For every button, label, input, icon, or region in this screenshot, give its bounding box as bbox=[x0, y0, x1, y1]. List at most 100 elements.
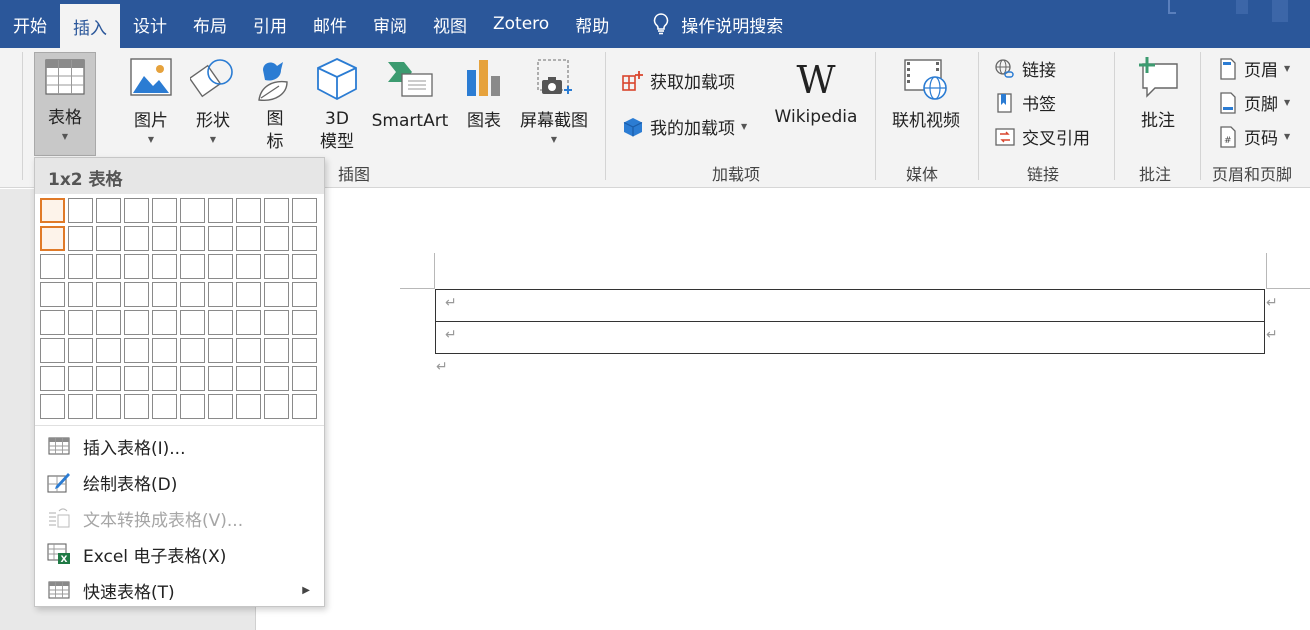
table-grid-cell[interactable] bbox=[96, 198, 121, 223]
quick-tables-item[interactable]: 快速表格(T) ▶ bbox=[35, 572, 324, 608]
table-grid-cell[interactable] bbox=[124, 282, 149, 307]
table-grid-cell[interactable] bbox=[124, 394, 149, 419]
table-grid-cell[interactable] bbox=[208, 282, 233, 307]
table-grid-cell[interactable] bbox=[180, 198, 205, 223]
3d-models-button[interactable]: 3D 模型 bbox=[310, 56, 364, 154]
table-grid-cell[interactable] bbox=[264, 394, 289, 419]
table-cell[interactable]: ↵ bbox=[435, 289, 1265, 322]
table-grid-cell[interactable] bbox=[180, 254, 205, 279]
screenshot-button[interactable]: 屏幕截图 ▼ bbox=[516, 56, 592, 145]
table-grid-cell[interactable] bbox=[208, 394, 233, 419]
table-grid-cell[interactable] bbox=[264, 310, 289, 335]
table-grid-cell[interactable] bbox=[40, 338, 65, 363]
table-grid-cell[interactable] bbox=[292, 310, 317, 335]
table-grid-cell[interactable] bbox=[152, 310, 177, 335]
pictures-button[interactable]: 图片 ▼ bbox=[126, 56, 176, 145]
table-grid-cell[interactable] bbox=[180, 282, 205, 307]
bookmark-button[interactable]: 书签 bbox=[994, 90, 1056, 115]
tab-design[interactable]: 设计 bbox=[120, 0, 180, 48]
table-grid-cell[interactable] bbox=[208, 366, 233, 391]
table-grid-cell[interactable] bbox=[236, 366, 261, 391]
table-grid-cell[interactable] bbox=[68, 254, 93, 279]
table-grid-cell[interactable] bbox=[96, 282, 121, 307]
table-grid-cell[interactable] bbox=[40, 282, 65, 307]
table-grid-cell[interactable] bbox=[264, 282, 289, 307]
tell-me-search[interactable]: 操作说明搜索 bbox=[640, 0, 796, 48]
tab-layout[interactable]: 布局 bbox=[180, 0, 240, 48]
shapes-button[interactable]: 形状 ▼ bbox=[188, 56, 238, 145]
table-grid-cell[interactable] bbox=[152, 394, 177, 419]
tab-home[interactable]: 开始 bbox=[0, 0, 60, 48]
table-grid-cell[interactable] bbox=[264, 366, 289, 391]
my-addins-button[interactable]: 我的加载项 ▼ bbox=[622, 114, 747, 139]
chart-button[interactable]: 图表 bbox=[460, 56, 508, 133]
table-grid-cell[interactable] bbox=[180, 310, 205, 335]
table-grid-cell[interactable] bbox=[292, 226, 317, 251]
table-grid-cell[interactable] bbox=[68, 366, 93, 391]
table-button[interactable]: 表格 ▼ bbox=[34, 52, 96, 156]
table-grid-cell[interactable] bbox=[152, 254, 177, 279]
link-button[interactable]: 链接 bbox=[994, 56, 1056, 81]
table-grid-cell[interactable] bbox=[40, 254, 65, 279]
table-grid-cell[interactable] bbox=[292, 254, 317, 279]
table-grid-cell[interactable] bbox=[124, 338, 149, 363]
table-grid-cell[interactable] bbox=[68, 310, 93, 335]
cross-reference-button[interactable]: 交叉引用 bbox=[994, 124, 1090, 149]
tab-mailings[interactable]: 邮件 bbox=[300, 0, 360, 48]
table-grid-cell[interactable] bbox=[96, 254, 121, 279]
table-grid-cell[interactable] bbox=[124, 226, 149, 251]
table-grid-cell[interactable] bbox=[124, 366, 149, 391]
table-grid-cell[interactable] bbox=[96, 366, 121, 391]
table-grid-cell[interactable] bbox=[208, 226, 233, 251]
table-grid-cell[interactable] bbox=[40, 310, 65, 335]
wikipedia-button[interactable]: W Wikipedia bbox=[772, 60, 860, 129]
table-grid-cell[interactable] bbox=[40, 198, 65, 223]
table-grid-cell[interactable] bbox=[124, 198, 149, 223]
table-grid-cell[interactable] bbox=[264, 226, 289, 251]
table-grid-cell[interactable] bbox=[236, 282, 261, 307]
table-grid-cell[interactable] bbox=[96, 338, 121, 363]
table-grid-cell[interactable] bbox=[40, 226, 65, 251]
table-grid-cell[interactable] bbox=[152, 282, 177, 307]
table-grid-cell[interactable] bbox=[264, 338, 289, 363]
table-grid-cell[interactable] bbox=[236, 226, 261, 251]
comment-button[interactable]: 批注 bbox=[1130, 56, 1186, 133]
tab-help[interactable]: 帮助 bbox=[562, 0, 622, 48]
table-grid-cell[interactable] bbox=[68, 198, 93, 223]
table-grid-cell[interactable] bbox=[208, 254, 233, 279]
tab-references[interactable]: 引用 bbox=[240, 0, 300, 48]
table-grid-cell[interactable] bbox=[96, 310, 121, 335]
table-grid-cell[interactable] bbox=[236, 394, 261, 419]
table-grid-cell[interactable] bbox=[208, 338, 233, 363]
table-grid-cell[interactable] bbox=[264, 198, 289, 223]
tab-review[interactable]: 审阅 bbox=[360, 0, 420, 48]
header-button[interactable]: 页眉 ▼ bbox=[1218, 56, 1290, 81]
tab-insert[interactable]: 插入 bbox=[60, 4, 120, 48]
table-grid-cell[interactable] bbox=[236, 254, 261, 279]
table-grid-cell[interactable] bbox=[180, 338, 205, 363]
table-grid-cell[interactable] bbox=[292, 366, 317, 391]
smartart-button[interactable]: SmartArt bbox=[370, 56, 450, 133]
table-grid-cell[interactable] bbox=[180, 366, 205, 391]
table-grid-cell[interactable] bbox=[124, 310, 149, 335]
table-grid-cell[interactable] bbox=[68, 282, 93, 307]
table-grid-cell[interactable] bbox=[180, 226, 205, 251]
online-video-button[interactable]: 联机视频 bbox=[888, 56, 964, 133]
table-grid-cell[interactable] bbox=[124, 254, 149, 279]
table-grid-cell[interactable] bbox=[68, 394, 93, 419]
table-grid-cell[interactable] bbox=[40, 394, 65, 419]
table-grid-cell[interactable] bbox=[292, 338, 317, 363]
table-grid-cell[interactable] bbox=[292, 394, 317, 419]
table-grid-cell[interactable] bbox=[152, 226, 177, 251]
table-grid-cell[interactable] bbox=[180, 394, 205, 419]
draw-table-item[interactable]: 绘制表格(D) bbox=[35, 464, 324, 500]
footer-button[interactable]: 页脚 ▼ bbox=[1218, 90, 1290, 115]
table-grid-cell[interactable] bbox=[40, 366, 65, 391]
table-grid-cell[interactable] bbox=[236, 198, 261, 223]
tab-zotero[interactable]: Zotero bbox=[480, 0, 562, 48]
table-grid-cell[interactable] bbox=[68, 226, 93, 251]
table-grid-cell[interactable] bbox=[292, 198, 317, 223]
get-addins-button[interactable]: 获取加载项 bbox=[622, 68, 735, 93]
table-grid-cell[interactable] bbox=[96, 226, 121, 251]
page-number-button[interactable]: # 页码 ▼ bbox=[1218, 124, 1290, 149]
